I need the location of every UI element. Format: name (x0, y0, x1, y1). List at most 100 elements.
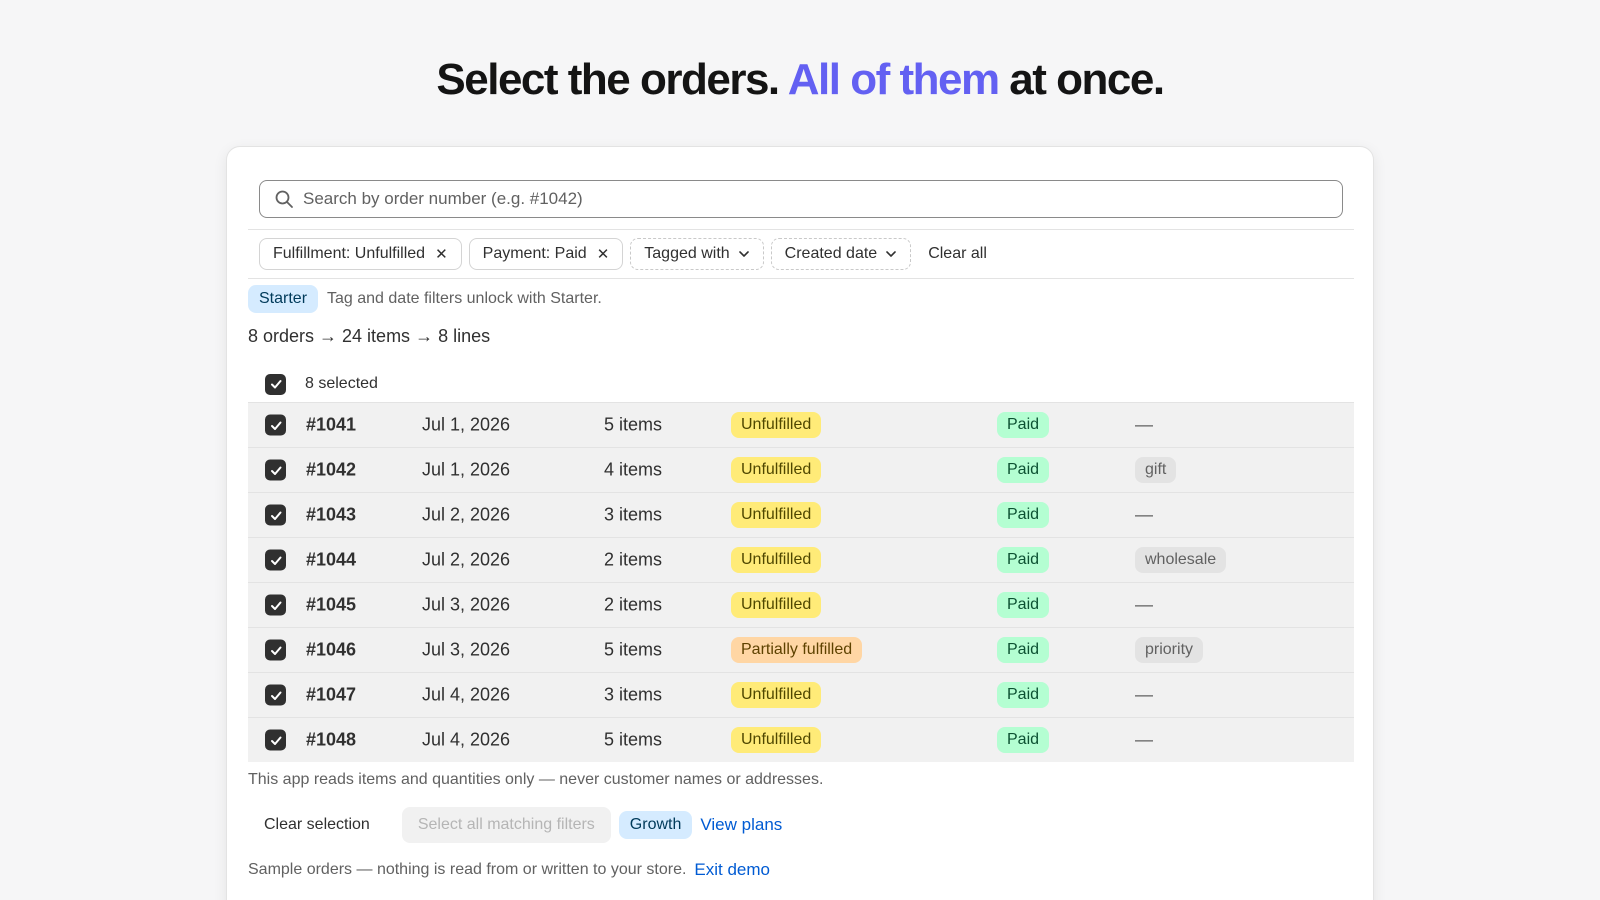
order-date: Jul 3, 2026 (422, 639, 511, 660)
order-date: Jul 4, 2026 (422, 684, 511, 705)
table-row[interactable]: #1041 Jul 1, 2026 5 items Unfulfilled Paid — (248, 403, 1354, 448)
order-number[interactable]: #1041 (306, 415, 356, 436)
demo-notice-text: Sample orders — nothing is read from or … (248, 861, 687, 878)
table-row[interactable]: #1046 Jul 3, 2026 5 items Partially fulfill… (248, 628, 1354, 673)
order-item-count: 3 items (604, 684, 663, 705)
payment-status-badge: Paid (997, 682, 1050, 708)
payment-status-badge: Paid (997, 637, 1050, 663)
payment-status-badge: Paid (997, 457, 1050, 483)
search-bar[interactable] (259, 180, 1343, 218)
fulfillment-status-badge: Unfulfilled (731, 412, 822, 438)
plan-notice: Starter Tag and date filters unlock with… (248, 285, 602, 313)
demo-footer: Sample orders — nothing is read from or … (248, 860, 770, 880)
order-number[interactable]: #1047 (306, 685, 356, 706)
filter-chip-payment[interactable]: Payment: Paid ✕ (468, 238, 624, 270)
clear-all-filters-button[interactable]: Clear all (928, 245, 987, 263)
order-number[interactable]: #1046 (306, 640, 356, 661)
payment-status-badge: Paid (997, 502, 1050, 528)
starter-plan-badge: Starter (248, 285, 319, 313)
order-date: Jul 1, 2026 (422, 459, 511, 480)
row-checkbox[interactable] (265, 684, 286, 706)
row-checkbox[interactable] (265, 594, 286, 616)
selection-actions: Clear selection Select all matching filt… (248, 807, 782, 843)
filter-tagged-with[interactable]: Tagged with (630, 238, 764, 270)
checkmark-icon (270, 601, 281, 610)
filter-chip-label: Payment: Paid (482, 245, 587, 262)
orders-table: #1041 Jul 1, 2026 5 items Unfulfilled Paid — #… (248, 402, 1354, 762)
order-item-count: 5 items (604, 639, 663, 660)
order-number[interactable]: #1043 (306, 505, 356, 526)
growth-plan-badge: Growth (618, 811, 693, 839)
checkmark-icon (270, 691, 281, 700)
chevron-down-icon (886, 251, 896, 257)
close-icon[interactable]: ✕ (435, 245, 448, 263)
order-tag: — (1135, 414, 1153, 435)
order-tag: priority (1135, 637, 1204, 663)
table-row[interactable]: #1043 Jul 2, 2026 3 items Unfulfilled Paid — (248, 493, 1354, 538)
order-item-count: 5 items (604, 414, 663, 435)
exit-demo-link[interactable]: Exit demo (694, 860, 770, 880)
select-all-checkbox[interactable] (265, 373, 286, 395)
order-tag: — (1135, 504, 1153, 525)
fulfillment-status-badge: Partially fulfilled (731, 637, 863, 663)
row-checkbox[interactable] (265, 504, 286, 526)
order-number[interactable]: #1044 (306, 550, 356, 571)
row-checkbox[interactable] (265, 549, 286, 571)
checkmark-icon (270, 646, 281, 655)
row-checkbox[interactable] (265, 729, 286, 751)
fulfillment-status-badge: Unfulfilled (731, 592, 822, 618)
fulfillment-status-badge: Unfulfilled (731, 502, 822, 528)
orders-card: Fulfillment: Unfulfilled ✕ Payment: Paid… (226, 146, 1374, 900)
order-item-count: 4 items (604, 459, 663, 480)
search-input[interactable] (303, 189, 1303, 209)
headline-accent: All of them (787, 55, 1000, 104)
row-checkbox[interactable] (265, 414, 286, 436)
order-tag: wholesale (1135, 547, 1227, 573)
payment-status-badge: Paid (997, 412, 1050, 438)
order-item-count: 3 items (604, 504, 663, 525)
search-icon (275, 190, 293, 208)
divider (248, 229, 1354, 230)
selected-count: 8 selected (305, 375, 378, 392)
order-date: Jul 2, 2026 (422, 549, 511, 570)
checkmark-icon (270, 511, 281, 520)
plan-notice-text: Tag and date filters unlock with Starter… (327, 290, 602, 307)
order-number[interactable]: #1048 (306, 730, 356, 751)
checkmark-icon (270, 380, 281, 389)
fulfillment-status-badge: Unfulfilled (731, 727, 822, 753)
checkmark-icon (270, 736, 281, 745)
clear-selection-button[interactable]: Clear selection (248, 807, 386, 843)
table-row[interactable]: #1048 Jul 4, 2026 5 items Unfulfilled Paid — (248, 718, 1354, 762)
order-number[interactable]: #1045 (306, 595, 356, 616)
fulfillment-status-badge: Unfulfilled (731, 682, 822, 708)
close-icon[interactable]: ✕ (597, 245, 610, 263)
select-all-matching-button[interactable]: Select all matching filters (401, 807, 611, 843)
table-row[interactable]: #1047 Jul 4, 2026 3 items Unfulfilled Paid — (248, 673, 1354, 718)
payment-status-badge: Paid (997, 547, 1050, 573)
order-item-count: 2 items (604, 594, 663, 615)
headline-part-1: Select the orders. (436, 55, 788, 104)
filter-created-date[interactable]: Created date (770, 238, 912, 270)
order-tag: — (1135, 594, 1153, 615)
order-number[interactable]: #1042 (306, 460, 356, 481)
table-row[interactable]: #1044 Jul 2, 2026 2 items Unfulfilled Paid wh… (248, 538, 1354, 583)
table-row[interactable]: #1042 Jul 1, 2026 4 items Unfulfilled Paid gi… (248, 448, 1354, 493)
chevron-down-icon (738, 251, 749, 257)
order-date: Jul 2, 2026 (422, 504, 511, 525)
order-tag: — (1135, 684, 1153, 705)
selection-summary: 8 orders → 24 items → 8 lines (248, 326, 491, 346)
row-checkbox[interactable] (265, 639, 286, 661)
filter-bar: Fulfillment: Unfulfilled ✕ Payment: Paid… (259, 238, 987, 270)
order-item-count: 5 items (604, 729, 663, 750)
fulfillment-status-badge: Unfulfilled (731, 547, 822, 573)
filter-chip-fulfillment[interactable]: Fulfillment: Unfulfilled ✕ (259, 238, 462, 270)
view-plans-link[interactable]: View plans (700, 815, 782, 835)
checkmark-icon (270, 421, 281, 430)
page-headline: Select the orders. All of them at once. (0, 55, 1600, 105)
bulk-selection-bar: 8 selected (265, 373, 378, 395)
order-tag: gift (1135, 457, 1177, 483)
headline-part-2: at once. (998, 55, 1165, 104)
table-row[interactable]: #1045 Jul 3, 2026 2 items Unfulfilled Paid — (248, 583, 1354, 628)
checkmark-icon (270, 466, 281, 475)
row-checkbox[interactable] (265, 459, 286, 481)
